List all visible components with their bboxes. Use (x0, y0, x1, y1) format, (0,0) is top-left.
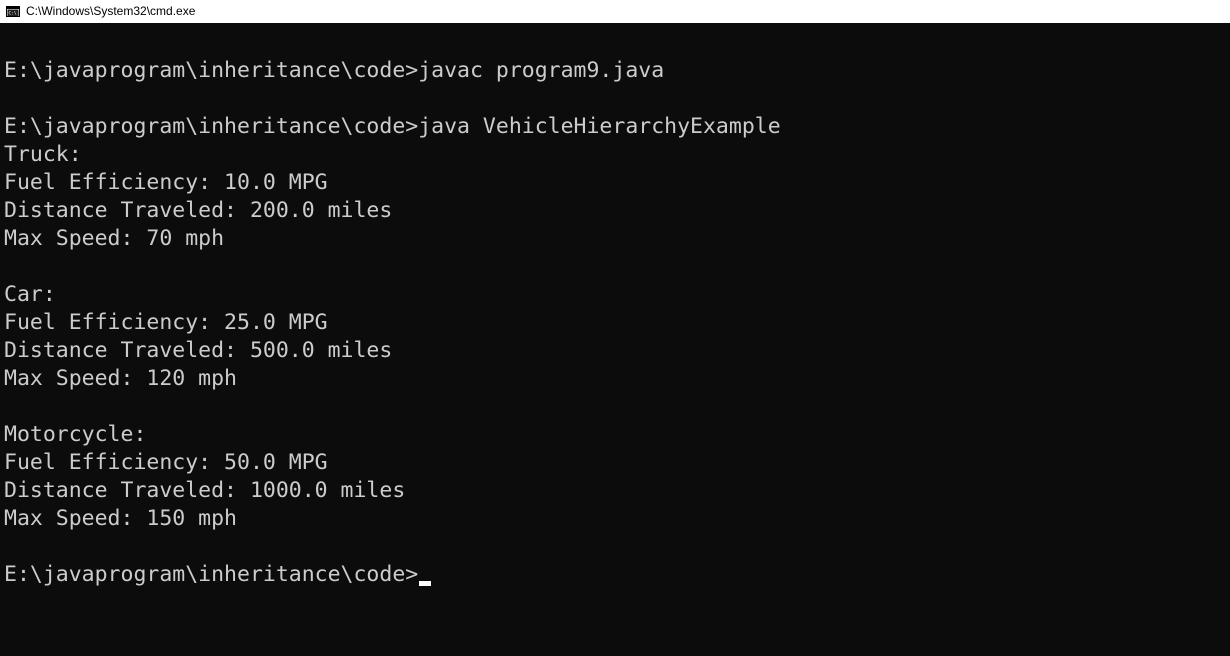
console-line: Distance Traveled: 200.0 miles (4, 198, 393, 223)
console-line: Distance Traveled: 500.0 miles (4, 338, 393, 363)
console-line: Max Speed: 150 mph (4, 506, 237, 531)
command-prompt-line[interactable]: E:\javaprogram\inheritance\code> (4, 561, 1226, 589)
console-line: E:\javaprogram\inheritance\code>java Veh… (4, 114, 781, 139)
command-prompt: E:\javaprogram\inheritance\code> (4, 562, 419, 587)
text-cursor (419, 581, 432, 586)
console-line: Car: (4, 282, 56, 307)
console-line: Fuel Efficiency: 50.0 MPG (4, 450, 328, 475)
cmd-window: C:\ C:\Windows\System32\cmd.exe E:\javap… (0, 0, 1230, 656)
console-line: E:\javaprogram\inheritance\code>javac pr… (4, 58, 665, 83)
title-bar[interactable]: C:\ C:\Windows\System32\cmd.exe (0, 0, 1230, 23)
console-output[interactable]: E:\javaprogram\inheritance\code>javac pr… (4, 23, 1226, 656)
console-line: Fuel Efficiency: 10.0 MPG (4, 170, 328, 195)
console-line: Truck: (4, 142, 82, 167)
console-line: Distance Traveled: 1000.0 miles (4, 478, 406, 503)
window-title: C:\Windows\System32\cmd.exe (26, 4, 196, 18)
console-line: Fuel Efficiency: 25.0 MPG (4, 310, 328, 335)
console-line: Max Speed: 120 mph (4, 366, 237, 391)
svg-text:C:\: C:\ (9, 11, 17, 17)
cmd-console-icon: C:\ (6, 6, 20, 17)
console-line: Motorcycle: (4, 422, 147, 447)
console-line: Max Speed: 70 mph (4, 226, 225, 251)
